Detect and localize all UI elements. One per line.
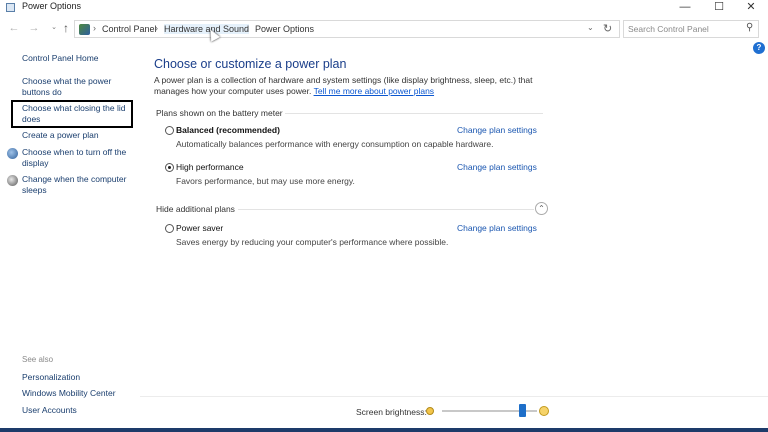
search-input[interactable]: Search Control Panel	[628, 24, 709, 34]
bright-sun-icon	[539, 406, 549, 416]
refresh-icon[interactable]: ↻	[603, 22, 612, 35]
balanced-change-settings-link[interactable]: Change plan settings	[457, 125, 537, 135]
balanced-plan-name[interactable]: Balanced (recommended)	[176, 125, 280, 135]
address-dropdown-icon[interactable]: ⌄	[587, 23, 594, 32]
main-content: Choose or customize a power plan A power…	[140, 42, 768, 402]
sidebar-link-computer-sleeps[interactable]: Change when the computer sleeps	[22, 174, 132, 196]
see-also-heading: See also	[22, 355, 54, 364]
search-icon[interactable]: ⚲	[746, 22, 753, 33]
sidebar-link-create-plan[interactable]: Create a power plan	[22, 130, 99, 141]
high-performance-plan-description: Favors performance, but may use more ene…	[176, 176, 355, 186]
see-also-user-accounts-link[interactable]: User Accounts	[22, 405, 77, 415]
see-also-mobility-center-link[interactable]: Windows Mobility Center	[22, 388, 116, 398]
left-navigation-pane: Control Panel Home Choose what the power…	[0, 42, 140, 432]
maximize-button[interactable]: ☐	[702, 0, 736, 15]
balanced-plan-radio[interactable]	[165, 126, 174, 135]
section-divider	[285, 113, 543, 114]
control-panel-icon	[79, 24, 90, 35]
forward-button[interactable]: →	[26, 20, 42, 36]
sidebar-link-closing-lid[interactable]: Choose what closing the lid does	[22, 103, 130, 125]
high-performance-plan-name[interactable]: High performance	[176, 162, 244, 172]
address-toolbar: ← → ⌄ ↑ › Control Panel › Hardware and S…	[0, 18, 768, 40]
display-shield-icon	[7, 148, 18, 159]
high-performance-plan-radio[interactable]	[165, 163, 174, 172]
breadcrumb-separator[interactable]: ›	[246, 23, 249, 33]
power-saver-plan-description: Saves energy by reducing your computer's…	[176, 237, 449, 247]
search-box[interactable]: Search Control Panel ⚲	[623, 20, 759, 38]
back-button[interactable]: ←	[6, 20, 22, 36]
balanced-plan-description: Automatically balances performance with …	[176, 139, 494, 149]
power-saver-plan-name[interactable]: Power saver	[176, 223, 223, 233]
control-panel-home-link[interactable]: Control Panel Home	[22, 53, 99, 63]
page-title: Choose or customize a power plan	[154, 57, 347, 71]
power-saver-plan-radio[interactable]	[165, 224, 174, 233]
section-divider	[238, 209, 534, 210]
breadcrumb-separator[interactable]: ›	[155, 23, 158, 33]
power-saver-change-settings-link[interactable]: Change plan settings	[457, 223, 537, 233]
hide-additional-plans-header[interactable]: Hide additional plans	[156, 204, 235, 214]
taskbar-edge	[0, 428, 768, 432]
breadcrumb-separator[interactable]: ›	[93, 23, 96, 33]
minimize-button[interactable]: —	[668, 0, 702, 15]
sidebar-link-turn-off-display[interactable]: Choose when to turn off the display	[22, 147, 132, 169]
see-also-personalization-link[interactable]: Personalization	[22, 372, 80, 382]
address-bar[interactable]: › Control Panel › Hardware and Sound › P…	[74, 20, 620, 38]
tell-me-more-link[interactable]: Tell me more about power plans	[314, 86, 434, 96]
brightness-slider-thumb[interactable]	[519, 404, 526, 417]
close-button[interactable]: ✕	[734, 0, 768, 15]
collapse-chevron-icon[interactable]: ⌃	[535, 202, 548, 215]
up-button[interactable]: ↑	[58, 20, 74, 36]
screen-brightness-label: Screen brightness:	[356, 407, 427, 417]
dim-sun-icon	[426, 407, 434, 415]
moon-globe-icon	[7, 175, 18, 186]
page-description: A power plan is a collection of hardware…	[154, 75, 534, 97]
breadcrumb-control-panel[interactable]: Control Panel	[102, 24, 157, 34]
brightness-bar: Screen brightness:	[140, 396, 768, 432]
window-title: Power Options	[22, 1, 82, 11]
battery-meter-section-header: Plans shown on the battery meter	[156, 108, 283, 118]
high-performance-change-settings-link[interactable]: Change plan settings	[457, 162, 537, 172]
title-bar: Power Options — ☐ ✕	[0, 0, 768, 15]
power-options-app-icon	[6, 3, 15, 12]
breadcrumb-power-options[interactable]: Power Options	[255, 24, 314, 34]
sidebar-link-power-buttons[interactable]: Choose what the power buttons do	[22, 76, 132, 98]
